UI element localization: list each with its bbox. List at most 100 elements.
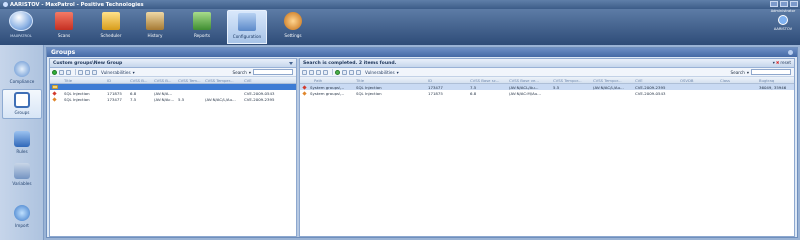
severity-high-icon xyxy=(302,84,307,90)
sidebar-item-compliance[interactable]: Compliance xyxy=(2,59,42,89)
sidebar-item-rules[interactable]: Rules xyxy=(2,129,42,159)
sidebar-item-variables[interactable]: Variables xyxy=(2,161,42,191)
cell-cvss-base-score: 7.5 xyxy=(470,84,477,90)
column-osvdb[interactable]: OSVDB xyxy=(680,78,710,83)
filter-icon[interactable] xyxy=(356,69,361,75)
column-cvss-base-score[interactable]: CVSS B... xyxy=(130,78,152,83)
sidebar-item-groups[interactable]: Groups xyxy=(2,89,42,119)
main-panel: Groups Custom groups\New Group Vulnerabi… xyxy=(46,47,798,238)
app-orb-icon xyxy=(9,11,33,31)
add-to-group-icon[interactable] xyxy=(302,69,307,75)
cell-cvss-temporal-vector: (AV:N/AC/L/Au... xyxy=(593,84,624,90)
edit-icon[interactable] xyxy=(309,69,314,75)
chevron-down-icon[interactable]: ▾ xyxy=(773,60,775,65)
chevron-down-icon[interactable]: ▾ xyxy=(397,70,399,75)
chevron-down-icon[interactable]: ▾ xyxy=(747,70,749,75)
folder-icon xyxy=(52,85,58,89)
app-logo-icon xyxy=(3,2,8,7)
close-button[interactable] xyxy=(790,1,798,7)
search-label: Search xyxy=(730,69,745,75)
column-class[interactable]: Class xyxy=(720,78,750,83)
pin-icon[interactable] xyxy=(788,50,793,55)
user-avatar-icon xyxy=(778,15,788,25)
history-icon xyxy=(146,12,164,30)
search-input[interactable] xyxy=(253,69,293,75)
sidebar-item-label: Rules xyxy=(16,149,28,154)
chevron-down-icon[interactable]: ▾ xyxy=(133,70,135,75)
severity-medium-icon xyxy=(302,90,307,96)
rules-icon xyxy=(14,131,30,147)
ribbon-settings-button[interactable]: Settings xyxy=(276,10,310,44)
sidebar-item-label: Variables xyxy=(12,181,32,186)
column-cvss-temporal-score[interactable]: CVSS Tempor... xyxy=(553,78,589,83)
edit-icon[interactable] xyxy=(59,69,64,75)
ribbon-scans-button[interactable]: Scans xyxy=(47,10,81,44)
user-role-label: Administrator xyxy=(770,9,796,13)
column-cvss-temporal-vector[interactable]: CVSS Temper... xyxy=(205,78,239,83)
column-title[interactable]: Title xyxy=(64,78,88,83)
ribbon-history-label: History xyxy=(147,33,163,38)
add-icon[interactable] xyxy=(52,69,57,75)
column-cvss-base-vector[interactable]: CVSS Base ve... xyxy=(509,78,545,83)
column-title[interactable]: Title xyxy=(356,78,386,83)
group-path-header[interactable]: Custom groups\New Group xyxy=(50,59,296,68)
vulnerabilities-dropdown[interactable]: Vulnerabilities xyxy=(365,70,395,75)
copy-icon[interactable] xyxy=(342,69,347,75)
ribbon-reports-label: Reports xyxy=(193,33,211,38)
chevron-down-icon[interactable]: ▾ xyxy=(249,70,251,75)
column-cvss-base-vector[interactable]: CVSS B... xyxy=(154,78,176,83)
ribbon-history-button[interactable]: History xyxy=(138,10,172,44)
severity-high-icon xyxy=(52,90,57,96)
sidebar-item-label: Groups xyxy=(14,110,30,115)
app-menu-button[interactable]: MAXPATROL xyxy=(4,11,38,43)
move-icon[interactable] xyxy=(349,69,354,75)
left-column-header: Title ID CVSS B... CVSS B... CVSS Tem...… xyxy=(50,77,296,84)
delete-icon[interactable] xyxy=(66,69,71,75)
table-row[interactable]: System groups\... SQL Injection 171875 6… xyxy=(300,90,794,96)
column-cvss-base-score[interactable]: CVSS Base sc... xyxy=(470,78,506,83)
right-search: Search ▾ xyxy=(730,69,791,75)
column-cvss-temporal-vector[interactable]: CVSS Tempor... xyxy=(593,78,629,83)
refresh-icon[interactable] xyxy=(323,69,328,75)
toolbar-divider xyxy=(75,69,76,75)
search-label: Search xyxy=(232,69,247,75)
column-cve[interactable]: CVE xyxy=(244,78,284,83)
column-id[interactable]: ID xyxy=(428,78,448,83)
column-cvss-temporal-score[interactable]: CVSS Tem... xyxy=(178,78,204,83)
cell-title: SQL Injection xyxy=(356,84,382,90)
apply-icon[interactable] xyxy=(335,69,340,75)
table-row[interactable]: SQL Injection 173477 7.5 (AV:N/Ac... 5.5… xyxy=(50,96,296,102)
maximize-button[interactable] xyxy=(780,1,788,7)
column-path[interactable]: Path xyxy=(314,78,344,83)
cell-id: 173477 xyxy=(107,96,122,102)
copy-icon[interactable] xyxy=(78,69,83,75)
import-icon xyxy=(14,205,30,221)
scans-icon xyxy=(55,12,73,30)
cell-id: 171875 xyxy=(428,90,443,96)
group-contents-pane: Custom groups\New Group Vulnerabilities … xyxy=(49,58,297,237)
cell-cvss-base-vector: (AV:N/ACL/Au... xyxy=(509,84,539,90)
minimize-button[interactable] xyxy=(770,1,778,7)
vulnerabilities-dropdown[interactable]: Vulnerabilities xyxy=(101,70,131,75)
ribbon-scheduler-button[interactable]: Scheduler xyxy=(94,10,128,44)
ribbon-reports-button[interactable]: Reports xyxy=(185,10,219,44)
chevron-down-icon[interactable] xyxy=(289,62,293,65)
window-controls xyxy=(770,1,798,7)
cell-title: SQL Injection xyxy=(356,90,382,96)
column-cve[interactable]: CVE xyxy=(635,78,675,83)
cell-cvss-base-score: 6.8 xyxy=(470,90,477,96)
ribbon-configuration-button[interactable]: Configuration xyxy=(227,10,267,44)
groups-icon xyxy=(14,92,30,108)
window-title: AARISTOV - MaxPatrol - Positive Technolo… xyxy=(10,1,144,8)
sidebar-item-import[interactable]: Import xyxy=(2,203,42,233)
column-bugtraq[interactable]: Bugtraq xyxy=(759,78,793,83)
reset-button[interactable]: ▾ ✖ reset xyxy=(773,60,791,65)
column-id[interactable]: ID xyxy=(107,78,125,83)
settings-gear-icon xyxy=(284,12,302,30)
move-icon[interactable] xyxy=(85,69,90,75)
cell-path: System groups\... xyxy=(310,90,345,96)
search-input[interactable] xyxy=(751,69,791,75)
delete-icon[interactable] xyxy=(316,69,321,75)
filter-icon[interactable] xyxy=(92,69,97,75)
user-account-button[interactable]: Administrator AARISTOV xyxy=(768,9,798,43)
